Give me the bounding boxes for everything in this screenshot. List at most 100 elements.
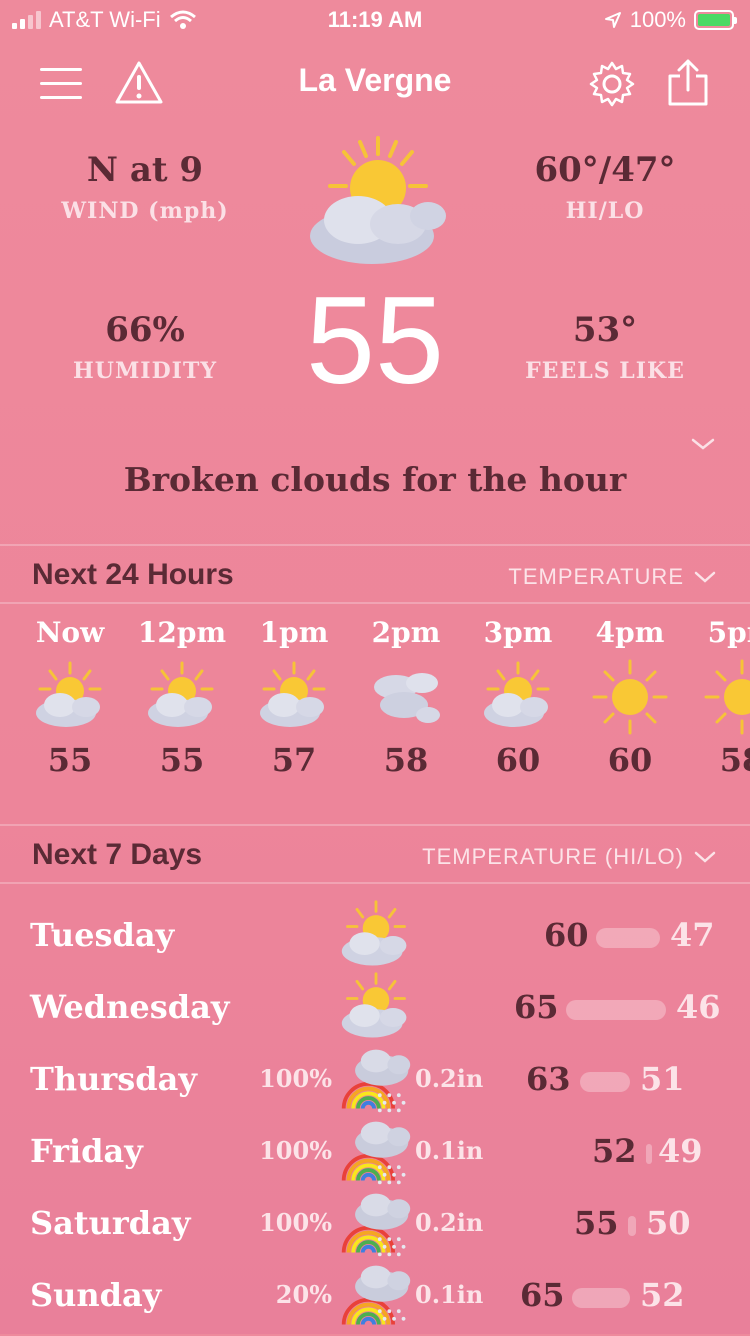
day-high: 55 xyxy=(574,1204,619,1242)
sun-icon xyxy=(592,659,668,735)
humidity-label: HUMIDITY xyxy=(72,358,218,384)
location-arrow-icon xyxy=(604,12,621,28)
sun-cloud-icon xyxy=(148,661,214,727)
hour-item: 5pm 58 xyxy=(692,616,750,779)
day-row[interactable]: Thursday 100% 0.2in 63 51 xyxy=(0,1049,750,1120)
hour-temp: 57 xyxy=(271,741,317,779)
feels-like-value: 53° xyxy=(572,310,638,350)
hour-temp: 58 xyxy=(719,741,750,779)
wind-label: WIND (mph) xyxy=(61,198,229,224)
hourly-strip[interactable]: Now 55 12pm 55 1pm 57 2pm 58 3pm 60 4pm … xyxy=(0,616,750,806)
hilo-value: 60°/47° xyxy=(534,150,676,190)
day-name: Friday xyxy=(30,1132,143,1170)
temp-range-bar xyxy=(596,928,660,948)
hour-label: 4pm xyxy=(595,616,665,649)
day-name: Wednesday xyxy=(30,988,230,1026)
day-high: 65 xyxy=(514,988,559,1026)
day-name: Tuesday xyxy=(30,916,175,954)
battery-label: 100% xyxy=(629,7,686,32)
hour-label: 3pm xyxy=(483,616,553,649)
rain-rainbow-icon xyxy=(341,1121,411,1185)
wind-value: N at 9 xyxy=(86,150,204,190)
hour-item: 2pm 58 xyxy=(356,616,456,779)
hour-temp: 60 xyxy=(495,741,541,779)
precip-chance: 20% xyxy=(275,1280,332,1309)
precip-chance: 100% xyxy=(259,1208,332,1237)
hour-item: 12pm 55 xyxy=(132,616,232,779)
day-high: 65 xyxy=(520,1276,565,1314)
hour-item: 3pm 60 xyxy=(468,616,568,779)
precip-amount: 0.1in xyxy=(415,1280,484,1309)
hour-temp: 60 xyxy=(607,741,653,779)
hour-item: Now 55 xyxy=(20,616,120,779)
precip-chance: 100% xyxy=(259,1136,332,1165)
rain-rainbow-icon xyxy=(341,1193,411,1257)
share-icon[interactable] xyxy=(666,58,710,108)
temp-range-bar xyxy=(580,1072,630,1092)
chevron-down-icon xyxy=(694,851,716,863)
sun-cloud-icon xyxy=(341,972,407,1038)
day-name: Sunday xyxy=(30,1276,162,1314)
day-low: 52 xyxy=(640,1276,685,1314)
precip-amount: 0.2in xyxy=(415,1208,484,1237)
day-row[interactable]: Saturday 100% 0.2in 55 50 xyxy=(0,1193,750,1264)
sun-cloud-icon xyxy=(36,661,102,727)
precip-chance: 100% xyxy=(259,1064,332,1093)
humidity-value: 66% xyxy=(105,310,185,350)
sun-icon xyxy=(704,659,750,735)
temp-range-bar xyxy=(628,1216,636,1236)
hour-label: Now xyxy=(35,616,105,649)
hour-label: 5pm xyxy=(707,616,750,649)
clouds-icon xyxy=(374,673,440,723)
hourly-metric-selector[interactable]: TEMPERATURE xyxy=(508,564,716,590)
divider xyxy=(0,824,750,826)
day-name: Saturday xyxy=(30,1204,191,1242)
day-high: 60 xyxy=(544,916,589,954)
hour-item: 1pm 57 xyxy=(244,616,344,779)
daily-metric-label: TEMPERATURE (HI/LO) xyxy=(422,844,684,869)
day-row[interactable]: Friday 100% 0.1in 52 49 xyxy=(0,1121,750,1192)
day-low: 49 xyxy=(658,1132,703,1170)
day-low: 50 xyxy=(646,1204,691,1242)
daily-section-title: Next 7 Days xyxy=(32,838,203,871)
day-low: 51 xyxy=(640,1060,685,1098)
precip-amount: 0.1in xyxy=(415,1136,484,1165)
sun-cloud-icon xyxy=(260,661,326,727)
current-summary: Broken clouds for the hour xyxy=(123,460,627,499)
temp-range-bar xyxy=(572,1288,630,1308)
sun-cloud-icon xyxy=(310,136,446,264)
status-bar: AT&T Wi-Fi 11:19 AM 100% xyxy=(0,0,750,40)
hourly-section-title: Next 24 Hours xyxy=(32,558,234,591)
hilo-label: HI/LO xyxy=(565,198,645,224)
day-high: 63 xyxy=(526,1060,571,1098)
current-temperature: 55 xyxy=(306,272,444,410)
hour-label: 12pm xyxy=(137,616,227,649)
hourly-metric-label: TEMPERATURE xyxy=(508,564,684,589)
day-row[interactable]: Wednesday 65 46 xyxy=(0,972,750,1048)
gear-icon[interactable] xyxy=(588,60,636,108)
hour-temp: 58 xyxy=(383,741,429,779)
divider xyxy=(0,544,750,546)
daily-metric-selector[interactable]: TEMPERATURE (HI/LO) xyxy=(422,844,716,870)
feels-like-label: FEELS LIKE xyxy=(525,358,685,384)
hour-label: 2pm xyxy=(371,616,441,649)
day-row[interactable]: Tuesday 60 47 xyxy=(0,900,750,976)
chevron-down-icon[interactable] xyxy=(690,436,716,452)
divider xyxy=(0,602,750,604)
divider xyxy=(0,882,750,884)
location-title[interactable]: La Vergne xyxy=(0,62,750,99)
rain-rainbow-icon xyxy=(341,1265,411,1325)
day-row[interactable]: Sunday 20% 0.1in 65 52 xyxy=(0,1265,750,1336)
hour-temp: 55 xyxy=(159,741,205,779)
precip-amount: 0.2in xyxy=(415,1064,484,1093)
chevron-down-icon xyxy=(694,571,716,583)
day-low: 46 xyxy=(676,988,721,1026)
battery-icon xyxy=(694,10,737,30)
day-low: 47 xyxy=(670,916,715,954)
temp-range-bar xyxy=(646,1144,652,1164)
temp-range-bar xyxy=(566,1000,666,1020)
status-right: 100% xyxy=(604,7,737,33)
sun-cloud-icon xyxy=(341,900,407,966)
day-high: 52 xyxy=(592,1132,637,1170)
hour-temp: 55 xyxy=(47,741,93,779)
